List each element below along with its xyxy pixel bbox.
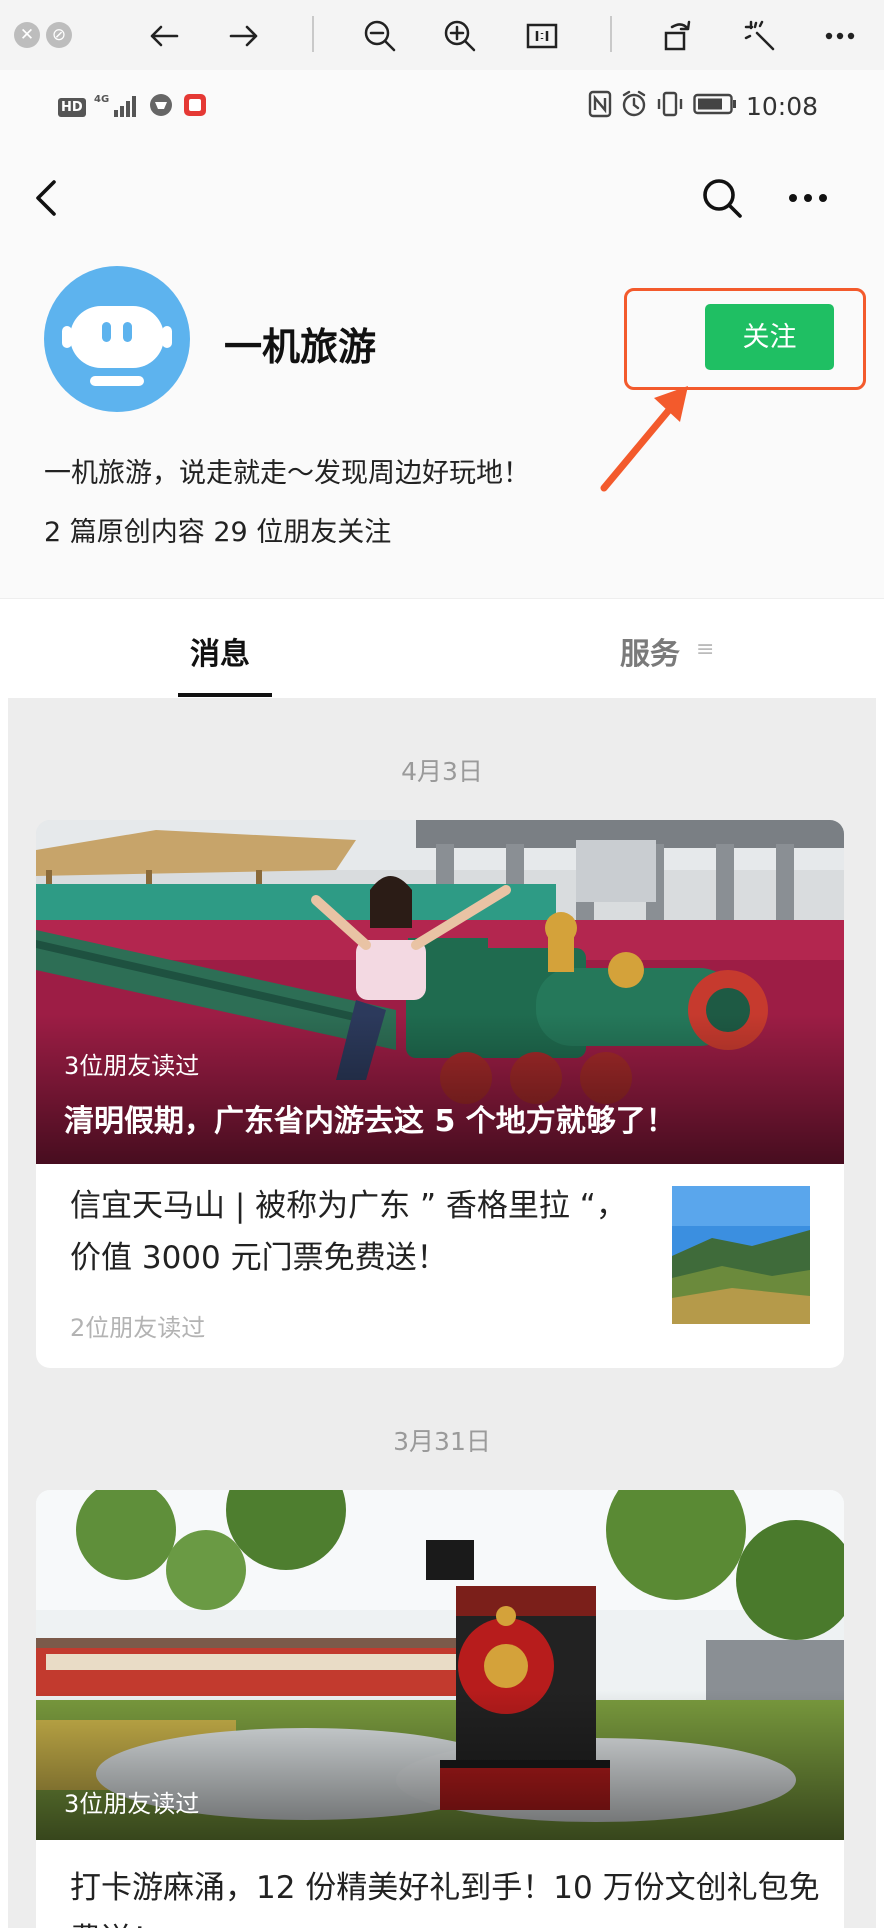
date-label: 3月31日 [393, 1427, 491, 1456]
nav-bar [0, 142, 884, 254]
toolbar-divider [312, 16, 314, 52]
menu-dots-icon[interactable] [778, 168, 838, 228]
alarm-icon [621, 90, 647, 122]
article-title[interactable]: 信宜天马山 | 被称为广东 ” 香格里拉 “，价值 3000 元门票免费送！ [70, 1180, 640, 1284]
article-thumbnail[interactable] [672, 1186, 810, 1324]
actual-size-icon[interactable] [520, 14, 564, 58]
list-icon: ≡ [696, 637, 715, 662]
back-icon[interactable] [30, 168, 74, 228]
read-count: 2位朋友读过 [70, 1314, 206, 1342]
stop-icon[interactable]: ⊘ [46, 22, 72, 48]
toolbar-divider [610, 16, 612, 52]
vpn-icon [148, 92, 174, 122]
hero-gradient [36, 1014, 844, 1164]
magic-wand-icon[interactable] [738, 14, 782, 58]
signal-icon: 4G [94, 92, 140, 122]
tab-active-indicator [178, 693, 272, 697]
nfc-icon [588, 90, 612, 122]
account-bio: 一机旅游，说走就走～发现周边好玩地！ [44, 458, 530, 489]
avatar[interactable] [44, 266, 190, 412]
date-label: 4月3日 [401, 757, 483, 786]
read-count: 3位朋友读过 [64, 1790, 200, 1818]
arrow-left-icon[interactable] [142, 14, 186, 58]
article-card[interactable]: 3位朋友读过 清明假期，广东省内游去这 5 个地方就够了！ 信宜天马山 | 被称… [36, 820, 844, 1368]
clock: 10:08 [745, 91, 818, 121]
hero-image[interactable]: 3位朋友读过 清明假期，广东省内游去这 5 个地方就够了！ [36, 820, 844, 1164]
tab-services[interactable]: 服务 [620, 629, 680, 673]
article-title[interactable]: 打卡游麻涌，12 份精美好礼到手！10 万份文创礼包免费送！ [70, 1862, 830, 1928]
hd-badge: HD [58, 97, 86, 117]
account-stats: 2 篇原创内容 29 位朋友关注 [44, 517, 392, 548]
more-icon[interactable] [818, 14, 862, 58]
account-profile: 一机旅游 关注 一机旅游，说走就走～发现周边好玩地！ 2 篇原创内容 29 位朋… [0, 254, 884, 598]
arrow-annotation-icon [600, 386, 688, 492]
mountain-landscape-image [672, 1186, 810, 1324]
viewer-toolbar: ✕ ⊘ [0, 0, 884, 70]
app-notification-icon [182, 92, 208, 122]
vibrate-icon [656, 90, 684, 122]
follow-button[interactable]: 关注 [705, 304, 834, 370]
message-feed: 4月3日 3位朋友读过 清明假期，广东省内游去这 5 个地方就够了！ 信宜天马山… [8, 698, 876, 1928]
battery-icon [693, 93, 737, 119]
article-card[interactable]: 3位朋友读过 打卡游麻涌，12 份精美好礼到手！10 万份文创礼包免费送！ [36, 1490, 844, 1928]
article-title[interactable]: 清明假期，广东省内游去这 5 个地方就够了！ [64, 1096, 676, 1140]
close-icon[interactable]: ✕ [14, 22, 40, 48]
hero-image[interactable]: 3位朋友读过 [36, 1490, 844, 1840]
robot-icon [62, 306, 172, 386]
arrow-right-icon[interactable] [222, 14, 266, 58]
tab-messages[interactable]: 消息 [190, 629, 250, 673]
zoom-out-icon[interactable] [358, 14, 402, 58]
search-icon[interactable] [692, 168, 752, 228]
tab-bar: 消息 服务 ≡ [0, 598, 884, 698]
rotate-icon[interactable] [656, 14, 700, 58]
status-bar: HD 4G 10:08 [0, 70, 884, 142]
svg-text:4G: 4G [94, 94, 109, 105]
account-name: 一机旅游 [224, 325, 377, 369]
zoom-in-icon[interactable] [438, 14, 482, 58]
read-count: 3位朋友读过 [64, 1052, 200, 1080]
